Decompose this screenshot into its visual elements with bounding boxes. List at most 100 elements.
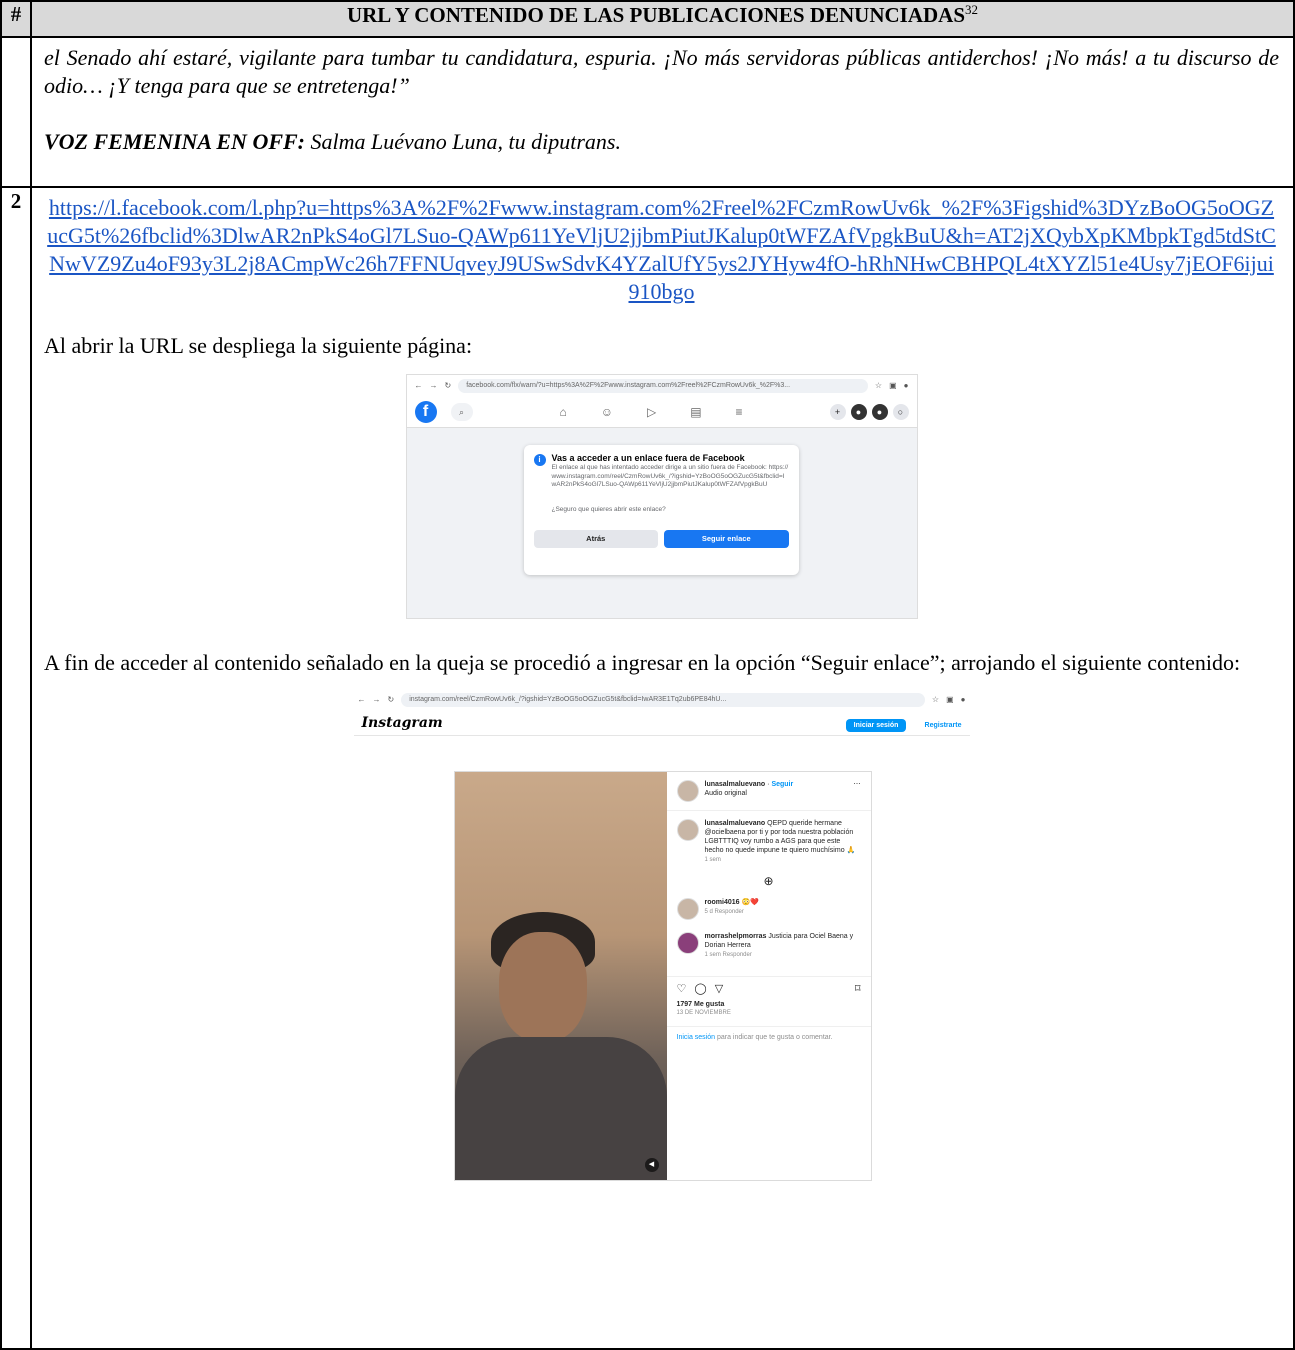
caption: lunasalmaluevano QEPD queride hermane @o… xyxy=(676,819,861,865)
instagram-header: Instagram Iniciar sesión Registrarte xyxy=(353,711,970,736)
info-icon: i xyxy=(533,454,546,466)
audio-label: Audio original xyxy=(704,790,747,797)
divider xyxy=(666,1026,871,1027)
star-icon: ☆ xyxy=(874,381,883,390)
row2-content: https://l.facebook.com/l.php?u=https%3A%… xyxy=(30,186,1295,1350)
comment-username: roomi4016 xyxy=(704,899,740,906)
avatar-icon: ○ xyxy=(892,404,909,420)
post-author: lunasalmaluevano · Seguir Audio original… xyxy=(676,780,861,802)
nav-right-icons: + ● ● ○ xyxy=(829,404,909,420)
external-link-dialog: i Vas a acceder a un enlace fuera de Fac… xyxy=(523,445,799,575)
home-icon: ⌂ xyxy=(559,405,567,419)
back-arrow-icon: ← xyxy=(414,381,423,390)
more-options-icon: ⋯ xyxy=(853,781,861,788)
plus-icon: + xyxy=(829,404,846,420)
menu-icon: ≡ xyxy=(735,405,743,419)
voice-text: Salma Luévano Luna, tu diputrans. xyxy=(305,129,621,154)
login-prompt: Inicia sesión para indicar que te gusta … xyxy=(677,1033,861,1042)
voice-label: VOZ FEMENINA EN OFF: xyxy=(44,129,306,154)
dialog-description: El enlace al que has intentado acceder d… xyxy=(551,464,789,488)
comment-meta: 5 d Responder xyxy=(704,909,744,915)
caption-username: lunasalmaluevano xyxy=(704,820,766,827)
forward-arrow-icon: → xyxy=(429,381,438,390)
extensions-icon: ▣ xyxy=(889,381,897,390)
dialog-question: ¿Seguro que quieres abrir este enlace? xyxy=(551,505,666,513)
instagram-logo: Instagram xyxy=(361,715,443,731)
reel-post: ◀ lunasalmaluevano · Seguir Audio origin… xyxy=(453,771,872,1181)
reel-sidebar: lunasalmaluevano · Seguir Audio original… xyxy=(666,772,871,1180)
author-info: lunasalmaluevano · Seguir Audio original xyxy=(704,781,794,797)
dialog-buttons: Atrás Seguir enlace xyxy=(533,529,789,548)
comment-body: morrashelpmorras Justicia para Ociel Bae… xyxy=(705,932,861,960)
instagram-reel-screenshot: ← → ↻ instagram.com/reel/CzmRowUv6k_/?ig… xyxy=(353,689,970,1195)
bell-icon: ● xyxy=(871,404,888,420)
header-title: URL Y CONTENIDO DE LAS PUBLICACIONES DEN… xyxy=(30,0,1295,38)
facebook-navbar: f ⌕ ⌂ ☺ ▷ ▤ ≡ + ● ● ○ xyxy=(406,397,917,428)
post-date: 13 DE NOVIEMBRE xyxy=(676,1010,731,1016)
likes-count: 1797 Me gusta xyxy=(676,1001,725,1008)
post-actions: ♡ ◯ ▽ ⌑ xyxy=(676,983,861,995)
address-bar: instagram.com/reel/CzmRowUv6k_/?igshid=Y… xyxy=(401,693,925,707)
caption-body: lunasalmaluevano QEPD queride hermane @o… xyxy=(705,819,861,865)
marketplace-icon: ▤ xyxy=(690,405,702,419)
row-number-empty xyxy=(0,36,32,188)
facebook-logo-icon: f xyxy=(414,401,437,423)
bookmark-icon: ⌑ xyxy=(854,983,861,995)
messenger-icon: ● xyxy=(850,404,867,420)
row-number: 2 xyxy=(0,186,32,1350)
follow-link: Seguir xyxy=(771,781,794,788)
comment: roomi4016 😳❤️ 5 d Responder xyxy=(676,898,861,920)
reel-video: ◀ xyxy=(454,772,667,1180)
nav-icons: ⌂ ☺ ▷ ▤ ≡ xyxy=(487,398,816,426)
divider xyxy=(666,976,871,977)
comment-body: roomi4016 😳❤️ 5 d Responder xyxy=(705,898,759,920)
author-username: lunasalmaluevano xyxy=(704,781,766,788)
header-actions: Iniciar sesión Registrarte xyxy=(845,706,962,740)
publication-url-link[interactable]: https://l.facebook.com/l.php?u=https%3A%… xyxy=(44,194,1279,306)
avatar xyxy=(676,932,699,954)
search-icon: ⌕ xyxy=(450,403,473,421)
profile-icon: ● xyxy=(903,381,909,390)
login-prompt-link: Inicia sesión xyxy=(676,1034,716,1041)
table-header-row: # URL Y CONTENIDO DE LAS PUBLICACIONES D… xyxy=(0,0,1295,38)
browser-toolbar: ← → ↻ facebook.com/flx/warn/?u=https%3A%… xyxy=(406,375,917,397)
share-icon: ▽ xyxy=(714,983,724,995)
dialog-title: Vas a acceder a un enlace fuera de Faceb… xyxy=(551,453,745,463)
avatar xyxy=(676,898,699,920)
table-row: el Senado ahí estaré, vigilante para tum… xyxy=(0,36,1295,188)
reload-icon: ↻ xyxy=(444,381,452,390)
header-title-text: URL Y CONTENIDO DE LAS PUBLICACIONES DEN… xyxy=(346,3,966,27)
mute-icon: ◀ xyxy=(644,1158,659,1172)
comment-meta: 1 sem Responder xyxy=(704,952,752,958)
comment-text: 😳❤️ xyxy=(741,899,759,906)
follow-link-button: Seguir enlace xyxy=(664,529,789,548)
friends-icon: ☺ xyxy=(600,405,613,419)
comment-username: morrashelpmorras xyxy=(704,933,767,940)
voice-over: VOZ FEMENINA EN OFF: Salma Luévano Luna,… xyxy=(44,128,1279,156)
complaint-table: # URL Y CONTENIDO DE LAS PUBLICACIONES D… xyxy=(0,0,1295,1350)
divider xyxy=(666,810,871,811)
facebook-warning-screenshot: ← → ↻ facebook.com/flx/warn/?u=https%3A%… xyxy=(405,374,918,619)
login-prompt-text: para indicar que te gusta o comentar. xyxy=(715,1034,833,1041)
comment-icon: ◯ xyxy=(694,983,707,995)
quoted-speech: el Senado ahí estaré, vigilante para tum… xyxy=(44,45,1279,98)
comment: morrashelpmorras Justicia para Ociel Bae… xyxy=(676,932,861,960)
header-number: # xyxy=(0,0,32,38)
avatar xyxy=(676,780,699,802)
table-row: 2 https://l.facebook.com/l.php?u=https%3… xyxy=(0,186,1295,1350)
address-bar: facebook.com/flx/warn/?u=https%3A%2F%2Fw… xyxy=(458,379,868,393)
caption-time: 1 sem xyxy=(704,857,721,863)
login-button: Iniciar sesión xyxy=(845,719,907,732)
video-subject-face xyxy=(498,932,587,1042)
footnote-ref: 32 xyxy=(965,2,979,17)
register-link: Registrarte xyxy=(924,722,962,729)
load-more-icon: ⊕ xyxy=(763,874,774,888)
watch-icon: ▷ xyxy=(646,405,657,419)
video-subject-hoodie xyxy=(454,1037,667,1180)
heart-icon: ♡ xyxy=(676,983,687,995)
back-button: Atrás xyxy=(533,529,658,548)
paragraph-follow-link: A fin de acceder al contenido señalado e… xyxy=(44,650,1241,675)
avatar xyxy=(676,819,699,841)
row1-content: el Senado ahí estaré, vigilante para tum… xyxy=(30,36,1295,188)
paragraph-open-url: Al abrir la URL se despliega la siguient… xyxy=(44,333,473,358)
